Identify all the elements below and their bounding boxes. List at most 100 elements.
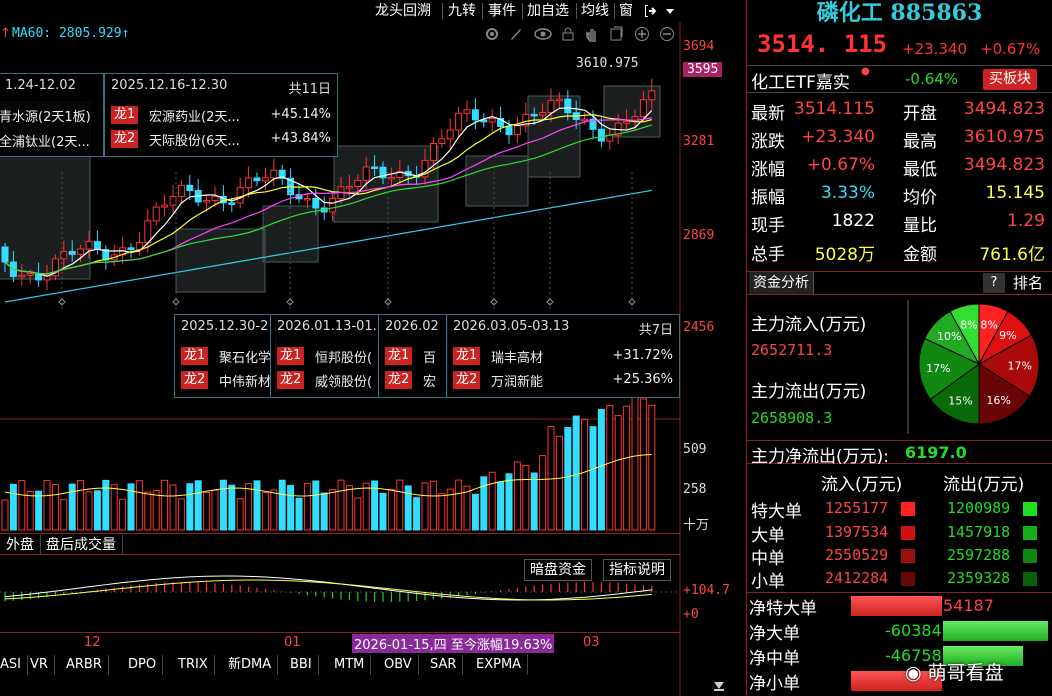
quote-value: 761.6亿 [979, 245, 1045, 265]
dragon-popup[interactable]: 2026.01.13-01. 龙1 恒邦股份( 龙2 威领股份( [270, 314, 382, 398]
kline-chart-area[interactable]: ↑ MA60: 2805.929↑ 3694 3595 3281 2869 24… [0, 22, 745, 696]
caret-down-icon[interactable] [662, 0, 680, 22]
quote-label: 涨幅 [751, 160, 785, 180]
menu-moving-average[interactable]: 均线 [578, 0, 612, 22]
volume-bar [345, 485, 353, 531]
exit-arrow-icon[interactable] [640, 0, 662, 22]
tab-sar[interactable]: SAR [424, 655, 464, 675]
volume-bar [522, 464, 530, 531]
dragon-popup[interactable]: 1.24-12.02 青水源(2天1板) 全浦钛业(2天... [0, 73, 104, 157]
stock-name: 磷化工 [816, 0, 883, 26]
etf-name[interactable]: 化工ETF嘉实 [751, 68, 850, 93]
candle-body [555, 98, 563, 102]
volume-bar [119, 498, 127, 531]
fund-flow-pie-chart: 8%9%17%16%15%17%10%8% [918, 303, 1040, 425]
popup-range: 2026.01.13-01. [277, 319, 377, 334]
date-tick: 03 [583, 635, 600, 650]
menu-window[interactable]: 窗 [616, 0, 636, 22]
net-row: 净特大单 54187 [747, 594, 1052, 619]
popup-stock-name[interactable]: 青水源(2天1板) [0, 106, 91, 125]
tab-mtm[interactable]: MTM [328, 655, 372, 675]
candle-body [85, 241, 93, 250]
popup-count: 共7日 [638, 323, 673, 338]
candle-body [77, 248, 85, 255]
volume-ma-line [4, 453, 652, 497]
etf-row[interactable]: 化工ETF嘉实 ● -0.64% 买板块 [747, 65, 1052, 93]
menu-add-watchlist[interactable]: 加自选 [524, 0, 572, 22]
pie-slice-label: 8% [980, 318, 997, 331]
flow-out-swatch [1023, 526, 1037, 540]
quote-value: 1822 [831, 211, 875, 231]
candle-body [93, 241, 101, 251]
tab-arbr[interactable]: ARBR [60, 655, 109, 675]
divider [747, 592, 1052, 593]
popup-stock-name[interactable]: 威领股份( [315, 371, 372, 390]
divider [907, 300, 909, 434]
pie-slice-label: 16% [986, 394, 1010, 407]
tab-fund-analysis[interactable]: 资金分析 [749, 272, 814, 294]
candle-body [513, 125, 521, 136]
help-icon[interactable]: ? [983, 273, 1005, 293]
volume-bar [295, 497, 303, 531]
volume-bar [177, 498, 185, 531]
date-tick: 12 [84, 635, 101, 650]
popup-range: 2026.02 [385, 319, 439, 334]
volume-bar [429, 480, 437, 531]
volume-bar [581, 419, 589, 531]
menu-dragon-review[interactable]: 龙头回溯 [372, 0, 434, 22]
volume-bar [387, 488, 395, 531]
tab-outer-disk[interactable]: 外盘 [0, 535, 41, 555]
volume-bar [35, 490, 43, 531]
volume-bar [60, 499, 68, 531]
popup-stock-name[interactable]: 全浦钛业(2天... [0, 131, 90, 150]
popup-stock-name[interactable]: 聚石化学 [219, 347, 271, 366]
etf-dot-icon: ● [861, 66, 870, 77]
menu-nine-turn[interactable]: 九转 [445, 0, 479, 22]
candle-body [177, 184, 185, 198]
dragon-popup[interactable]: 2026.03.05-03.13 共7日 龙1 瑞丰高材 +31.72% 龙2 … [446, 314, 680, 398]
volume-bar [455, 479, 463, 531]
tab-obv[interactable]: OBV [378, 655, 419, 675]
volume-bar [354, 497, 362, 531]
candle-body [236, 187, 244, 204]
pie-slice-label: 8% [960, 318, 977, 331]
popup-stock-name[interactable]: 天际股份(6天... [149, 130, 240, 149]
popup-stock-name[interactable]: 瑞丰高材 [491, 347, 543, 366]
pie-slice-label: 15% [948, 394, 972, 407]
flow-in-value: 2550529 [825, 546, 889, 564]
volume-bar [43, 479, 51, 531]
main-outflow-value: 2658908.3 [751, 409, 833, 427]
col-header-inflow: 流入(万元) [821, 475, 903, 495]
volume-bar [278, 479, 286, 531]
tab-vr[interactable]: VR [24, 655, 55, 675]
ma-up-arrow: ↑ [0, 26, 11, 41]
tab-bbi[interactable]: BBI [284, 655, 319, 675]
dragon-popup[interactable]: 2025.12.16-12.30 共11日 龙1 宏源药业(2天... +45.… [104, 73, 338, 157]
main-outflow-label: 主力流出(万元) [751, 382, 867, 402]
tab-expma[interactable]: EXPMA [470, 655, 529, 675]
dragon-popup[interactable]: 2025.12.30-2 龙1 聚石化学 龙2 中伟新材 [174, 314, 276, 398]
popup-stock-name[interactable]: 宏 [423, 371, 436, 390]
net-row: 净小单 [747, 669, 1052, 694]
popup-stock-name[interactable]: 中伟新材 [219, 371, 271, 390]
volume-bar [77, 480, 85, 531]
dragon-tag: 龙1 [277, 347, 305, 365]
tab-trix[interactable]: TRIX [172, 655, 215, 675]
price-axis-label: 3281 [683, 134, 715, 149]
menu-events[interactable]: 事件 [485, 0, 519, 22]
buy-plate-button[interactable]: 买板块 [983, 69, 1037, 90]
popup-stock-name[interactable]: 百 [423, 347, 436, 366]
dark-pool-fund-button[interactable]: 暗盘资金 [524, 559, 592, 581]
popup-stock-name[interactable]: 恒邦股份( [315, 347, 372, 366]
volume-bar [169, 484, 177, 531]
watermark-text: 萌哥看盘 [927, 662, 1004, 684]
indicator-help-button[interactable]: 指标说明 [603, 559, 671, 581]
popup-stock-name[interactable]: 万润新能 [491, 371, 543, 390]
tab-dpo[interactable]: DPO [122, 655, 164, 675]
rank-button[interactable]: 排名 [1009, 272, 1047, 294]
tab-new-dma[interactable]: 新DMA [222, 655, 279, 675]
flow-row: 特大单 1255177 1200989 [747, 497, 1052, 522]
dragon-popup[interactable]: 2026.02 龙1 百 龙2 宏 [378, 314, 448, 398]
popup-stock-name[interactable]: 宏源药业(2天... [149, 106, 240, 125]
tab-after-hours-volume[interactable]: 盘后成交量 [40, 535, 123, 555]
